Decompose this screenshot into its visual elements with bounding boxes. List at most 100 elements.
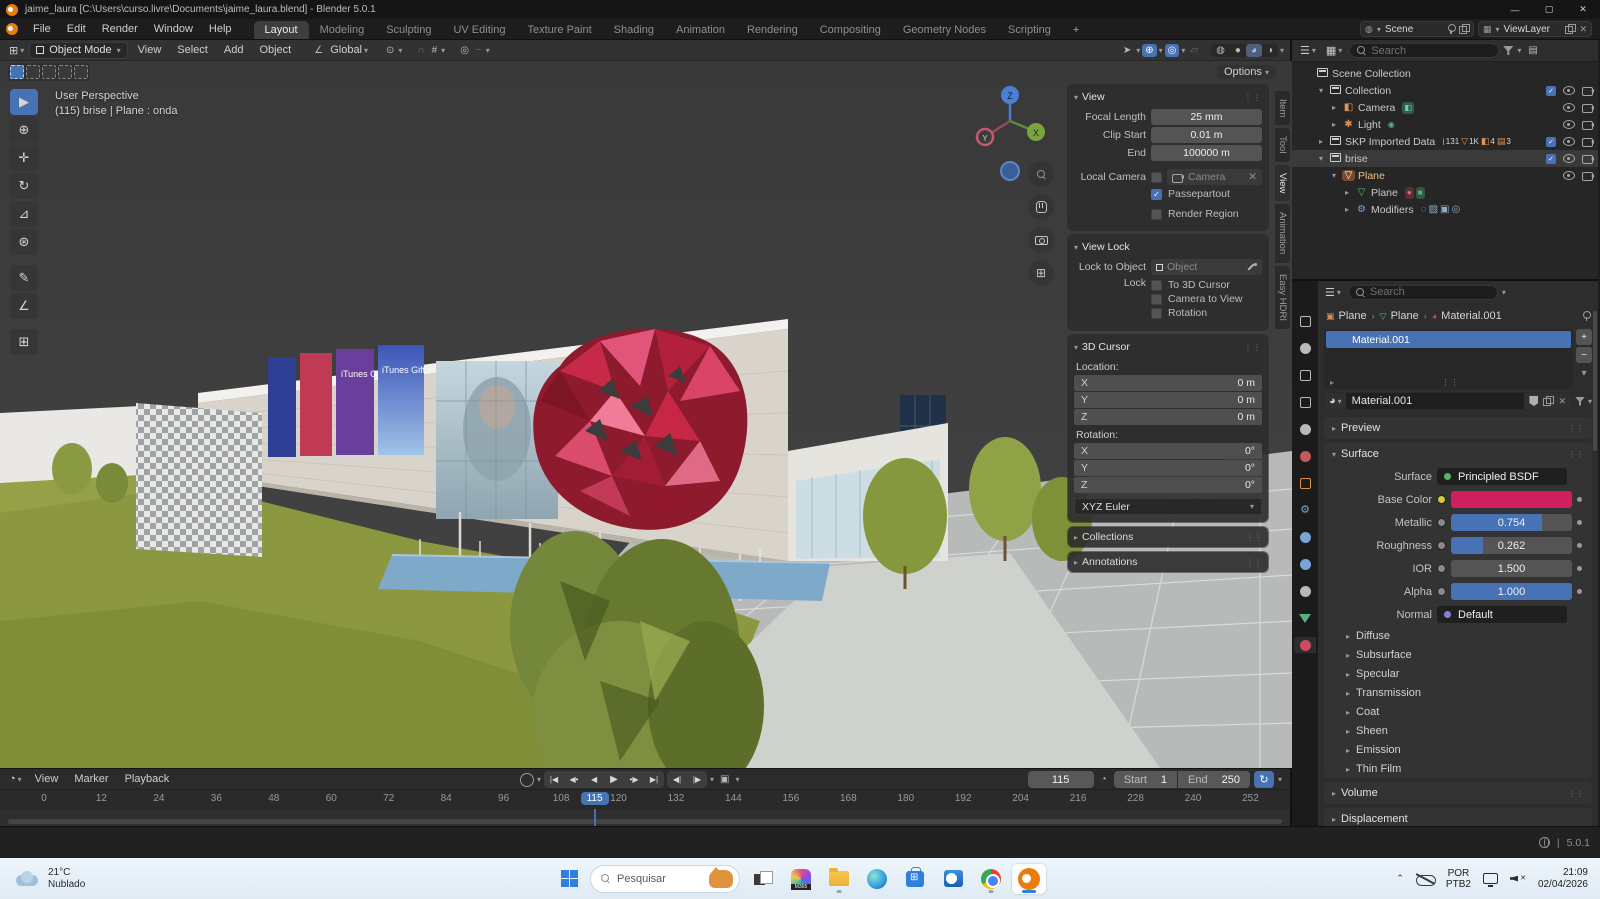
- material-slot-list[interactable]: Material.001 ▸⋮⋮: [1324, 329, 1573, 389]
- drag-dots-icon[interactable]: ⋮⋮: [1244, 93, 1262, 102]
- taskbar-app-store[interactable]: [898, 864, 932, 894]
- taskbar-app-edge[interactable]: [860, 864, 894, 894]
- cursor-rotation-z[interactable]: Z0°: [1074, 477, 1262, 493]
- collection-checkbox[interactable]: [1546, 86, 1556, 96]
- onedrive-paused-icon[interactable]: [1416, 873, 1434, 885]
- remove-viewlayer-icon[interactable]: ✕: [1579, 24, 1587, 35]
- expand-icon[interactable]: ▸: [1329, 103, 1339, 112]
- properties-editor-type-button[interactable]: ☰▾: [1322, 285, 1344, 300]
- workspace-tab-modeling[interactable]: Modeling: [309, 21, 376, 39]
- lock-object-field[interactable]: Object: [1151, 259, 1262, 275]
- proportional-editing-icon[interactable]: ◎: [457, 44, 472, 57]
- local-camera-checkbox[interactable]: [1151, 172, 1162, 183]
- collection-checkbox[interactable]: [1546, 137, 1556, 147]
- breadcrumb-material[interactable]: ◕Material.001: [1432, 310, 1502, 322]
- drag-dots-icon[interactable]: ⋮⋮: [1246, 533, 1262, 542]
- outliner-row-camera[interactable]: ▸◧Camera◧: [1292, 99, 1598, 116]
- disable-render-icon[interactable]: [1582, 171, 1594, 180]
- add-slot-button[interactable]: +: [1576, 329, 1592, 345]
- clip-start-field[interactable]: 0.01 m: [1151, 127, 1262, 143]
- lock-check-camera-to-view[interactable]: Camera to View: [1151, 293, 1262, 305]
- animate-property-icon[interactable]: [1577, 589, 1582, 594]
- viewport-menu-object[interactable]: Object: [251, 44, 299, 56]
- panel-view-header[interactable]: ▾View⋮⋮: [1074, 89, 1262, 107]
- expand-icon[interactable]: ▸: [1329, 120, 1339, 129]
- tool-scale[interactable]: ⊿: [10, 201, 38, 227]
- next-frame-button[interactable]: |▶: [687, 771, 707, 788]
- properties-tab-constraints[interactable]: [1294, 583, 1316, 599]
- start-frame-field[interactable]: Start1: [1114, 771, 1177, 788]
- workspace-tab-uv-editing[interactable]: UV Editing: [442, 21, 516, 39]
- workspace-tab-sculpting[interactable]: Sculpting: [375, 21, 442, 39]
- weather-widget[interactable]: 21°C Nublado: [0, 867, 220, 891]
- taskbar-app-chrome[interactable]: [974, 864, 1008, 894]
- select-mode-subtract[interactable]: [42, 65, 56, 79]
- outliner-row-skp-imported-data[interactable]: ▸SKP Imported DataI131▽1K◧4▤3: [1292, 133, 1598, 150]
- shading-material-icon[interactable]: ◕: [1246, 44, 1262, 57]
- disable-render-icon[interactable]: [1582, 120, 1594, 129]
- panel-displacement-header[interactable]: ▸Displacement: [1324, 808, 1592, 826]
- viewlayer-selector[interactable]: ▦▾ ViewLayer ✕: [1478, 21, 1592, 37]
- subpanel-specular[interactable]: ▸Specular: [1324, 664, 1592, 683]
- disable-render-icon[interactable]: [1582, 154, 1594, 163]
- outliner-row-light[interactable]: ▸✱Light◉: [1292, 116, 1598, 133]
- taskbar-app-file-explorer[interactable]: [822, 864, 856, 894]
- outliner-search[interactable]: Search: [1349, 43, 1499, 58]
- prev-keyframe-button[interactable]: ◀•: [564, 771, 584, 788]
- maximize-button[interactable]: ▢: [1532, 0, 1566, 19]
- normal-field[interactable]: Default: [1437, 606, 1567, 623]
- subpanel-subsurface[interactable]: ▸Subsurface: [1324, 645, 1592, 664]
- taskbar-app-task-view[interactable]: [746, 864, 780, 894]
- properties-tab-object-data[interactable]: [1294, 610, 1316, 626]
- playback-sync-button[interactable]: ↻: [1254, 771, 1274, 788]
- properties-tab-particles[interactable]: [1294, 529, 1316, 545]
- outliner-row-plane[interactable]: ▾▽Plane: [1292, 167, 1598, 184]
- browse-material-button[interactable]: ◕▾: [1325, 393, 1346, 409]
- menu-file[interactable]: File: [25, 23, 59, 35]
- shading-wireframe-icon[interactable]: ◍: [1211, 44, 1230, 57]
- properties-scrollbar[interactable]: [1593, 311, 1597, 451]
- pan-button[interactable]: [1028, 194, 1054, 220]
- tool-measure[interactable]: ∠: [10, 293, 38, 319]
- taskbar-app-blender[interactable]: [1012, 864, 1046, 894]
- render-region-toggle[interactable]: Render Region: [1151, 208, 1262, 220]
- cursor-rotation-x[interactable]: X0°: [1074, 443, 1262, 459]
- auto-keying-icon[interactable]: [520, 773, 534, 787]
- outliner-row-brise[interactable]: ▾brise: [1292, 150, 1598, 167]
- alpha-slider[interactable]: 1.000: [1451, 583, 1572, 600]
- properties-tab-scene[interactable]: [1294, 421, 1316, 437]
- collection-checkbox[interactable]: [1546, 154, 1556, 164]
- timeline-track[interactable]: [0, 810, 1290, 826]
- show-gizmo-icon[interactable]: ⊕: [1142, 44, 1156, 57]
- local-camera-field[interactable]: Camera✕: [1167, 169, 1262, 185]
- play-button[interactable]: ▶: [604, 771, 624, 788]
- keying-set-icon[interactable]: ▣: [717, 773, 732, 786]
- properties-tab-modifiers[interactable]: ⚙: [1294, 502, 1316, 518]
- subpanel-sheen[interactable]: ▸Sheen: [1324, 721, 1592, 740]
- properties-search[interactable]: Search: [1348, 285, 1498, 300]
- hide-viewport-icon[interactable]: [1563, 171, 1575, 180]
- expand-icon[interactable]: ▸: [1342, 205, 1352, 214]
- expand-icon[interactable]: ▾: [1316, 154, 1326, 163]
- network-icon[interactable]: [1483, 873, 1498, 884]
- editor-type-button[interactable]: ⊞▾: [6, 43, 27, 58]
- properties-tab-object[interactable]: [1294, 475, 1316, 491]
- zoom-button[interactable]: [1028, 161, 1054, 187]
- surface-field[interactable]: Principled BSDF: [1437, 468, 1567, 485]
- timeline-menu-playback[interactable]: Playback: [117, 773, 178, 785]
- n-panel-tab-easy-hdri[interactable]: Easy HDRI: [1275, 266, 1290, 329]
- snap-magnet-icon[interactable]: ∩: [414, 44, 427, 57]
- n-panel-tab-tool[interactable]: Tool: [1275, 128, 1290, 161]
- filter-icon[interactable]: [1503, 46, 1513, 55]
- panel-3d-cursor-header[interactable]: ▾3D Cursor⋮⋮: [1074, 339, 1262, 357]
- n-panel-tab-animation[interactable]: Animation: [1275, 204, 1290, 262]
- new-collection-icon[interactable]: ▤: [1525, 44, 1540, 57]
- current-frame-field[interactable]: 115: [1028, 771, 1094, 788]
- fake-user-icon[interactable]: [1529, 396, 1538, 406]
- 3d-viewport[interactable]: iTunes G iTunes Gift: [0, 61, 1292, 768]
- workspace-tab-compositing[interactable]: Compositing: [809, 21, 892, 39]
- start-button[interactable]: [554, 864, 584, 894]
- select-mode-intersect[interactable]: [74, 65, 88, 79]
- viewport-menu-add[interactable]: Add: [216, 44, 252, 56]
- breadcrumb-object[interactable]: ▣Plane: [1326, 310, 1367, 322]
